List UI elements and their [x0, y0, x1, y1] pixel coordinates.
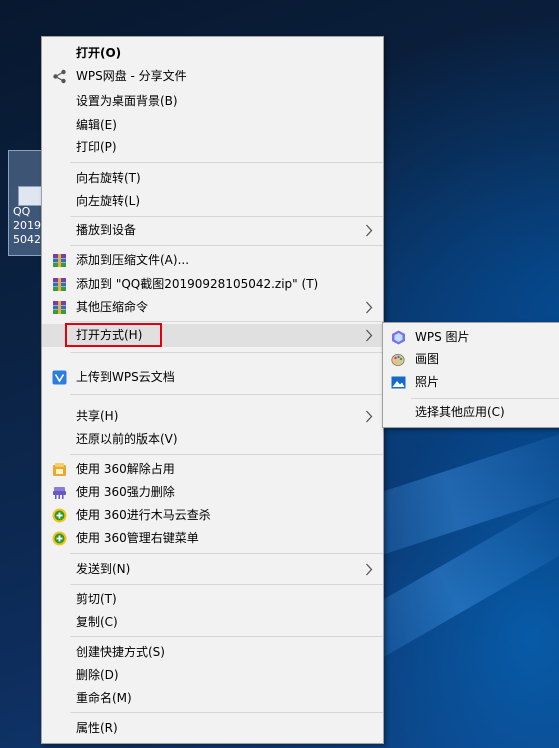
- highlight-annotation-box: [65, 323, 162, 347]
- menu-item-edit[interactable]: 编辑(E): [42, 114, 383, 137]
- desktop-file-icon[interactable]: QQ 2019C 5042: [8, 150, 44, 256]
- menu-item-label: 添加到 "QQ截图20190928105042.zip" (T): [76, 277, 319, 291]
- menu-item-label: 重命名(M): [76, 691, 132, 705]
- menu-item-add-to-archive[interactable]: 添加到压缩文件(A)...: [42, 249, 383, 272]
- chevron-right-icon: [366, 563, 373, 576]
- chevron-right-icon: [366, 410, 373, 423]
- menu-separator: [70, 162, 383, 163]
- 360-security-icon: [52, 531, 67, 546]
- menu-separator: [70, 321, 383, 322]
- menu-separator: [70, 636, 383, 637]
- menu-item-360-trojan-scan[interactable]: 使用 360进行木马云查杀: [42, 504, 383, 527]
- desktop-icon-label-line: 2019C: [13, 219, 43, 232]
- menu-item-label: 选择其他应用(C): [415, 405, 505, 419]
- 360-unlock-icon: [53, 463, 66, 476]
- chevron-right-icon: [366, 329, 373, 342]
- desktop-icon-label-line: 5042: [13, 233, 41, 246]
- winrar-archive-icon: [53, 278, 66, 291]
- menu-item-label: 创建快捷方式(S): [76, 645, 165, 659]
- menu-item-label: 设置为桌面背景(B): [76, 94, 178, 108]
- menu-item-rename[interactable]: 重命名(M): [42, 687, 383, 710]
- menu-item-label: 画图: [415, 352, 440, 366]
- menu-item-360-manage-menu[interactable]: 使用 360管理右键菜单: [42, 527, 383, 550]
- paint-palette-icon: [391, 354, 405, 366]
- photos-app-icon: [391, 376, 406, 389]
- menu-separator: [70, 553, 383, 554]
- menu-item-send-to[interactable]: 发送到(N): [42, 558, 383, 581]
- menu-item-label: 发送到(N): [76, 562, 131, 576]
- menu-item-label: 打印(P): [76, 140, 117, 154]
- submenu-item-choose-other-app[interactable]: 选择其他应用(C): [383, 401, 559, 424]
- menu-item-label: 剪切(T): [76, 592, 117, 606]
- menu-separator: [70, 454, 383, 455]
- menu-item-360-force-delete[interactable]: 使用 360强力删除: [42, 481, 383, 504]
- menu-item-label: 使用 360进行木马云查杀: [76, 508, 211, 522]
- wps-image-app-icon: [392, 330, 405, 345]
- menu-item-label: 删除(D): [76, 668, 119, 682]
- menu-item-cut[interactable]: 剪切(T): [42, 588, 383, 611]
- menu-item-label: 使用 360强力删除: [76, 485, 175, 499]
- winrar-archive-icon: [53, 301, 66, 314]
- wps-cloud-icon: [52, 370, 67, 385]
- menu-item-rotate-left[interactable]: 向左旋转(L): [42, 190, 383, 213]
- menu-item-restore-versions[interactable]: 还原以前的版本(V): [42, 428, 383, 451]
- menu-separator: [70, 352, 383, 353]
- menu-item-print[interactable]: 打印(P): [42, 136, 383, 159]
- chevron-right-icon: [366, 224, 373, 237]
- 360-security-icon: [52, 508, 67, 523]
- menu-item-label: 共享(H): [76, 409, 119, 423]
- share-icon: [53, 69, 66, 84]
- menu-item-label: 上传到WPS云文档: [76, 370, 175, 384]
- menu-item-label: 向左旋转(L): [76, 194, 141, 208]
- menu-item-add-to-zip[interactable]: 添加到 "QQ截图20190928105042.zip" (T): [42, 273, 383, 296]
- menu-item-set-wallpaper[interactable]: 设置为桌面背景(B): [42, 90, 383, 113]
- submenu-item-wps-image[interactable]: WPS 图片: [383, 326, 559, 349]
- menu-item-label: WPS网盘 - 分享文件: [76, 69, 187, 83]
- menu-item-copy[interactable]: 复制(C): [42, 611, 383, 634]
- menu-separator: [70, 245, 383, 246]
- submenu-item-paint[interactable]: 画图: [383, 348, 559, 371]
- menu-item-label: 其他压缩命令: [76, 300, 149, 314]
- menu-item-open[interactable]: 打开(O): [42, 42, 383, 65]
- menu-item-create-shortcut[interactable]: 创建快捷方式(S): [42, 641, 383, 664]
- menu-item-360-unlock[interactable]: 使用 360解除占用: [42, 458, 383, 481]
- menu-item-label: 播放到设备: [76, 223, 137, 237]
- menu-separator: [70, 584, 383, 585]
- menu-item-delete[interactable]: 删除(D): [42, 664, 383, 687]
- menu-item-label: 打开(O): [76, 46, 122, 60]
- submenu-item-photos[interactable]: 照片: [383, 371, 559, 394]
- menu-item-upload-wps-cloud[interactable]: 上传到WPS云文档: [42, 366, 383, 389]
- menu-item-share[interactable]: 共享(H): [42, 405, 383, 428]
- winrar-archive-icon: [53, 254, 66, 267]
- context-menu: 打开(O) WPS网盘 - 分享文件 设置为桌面背景(B) 编辑(E) 打印(P…: [41, 36, 384, 744]
- menu-item-label: 复制(C): [76, 615, 118, 629]
- menu-item-other-compress[interactable]: 其他压缩命令: [42, 296, 383, 319]
- desktop-icon-label-line: QQ: [13, 205, 31, 218]
- menu-item-properties[interactable]: 属性(R): [42, 717, 383, 740]
- menu-separator: [411, 398, 559, 399]
- menu-item-label: 照片: [415, 375, 440, 389]
- menu-item-label: 使用 360管理右键菜单: [76, 531, 199, 545]
- menu-item-label: 还原以前的版本(V): [76, 432, 178, 446]
- menu-item-label: 编辑(E): [76, 118, 117, 132]
- menu-item-wps-share[interactable]: WPS网盘 - 分享文件: [42, 65, 383, 88]
- menu-item-rotate-right[interactable]: 向右旋转(T): [42, 167, 383, 190]
- menu-separator: [70, 216, 383, 217]
- menu-item-label: 添加到压缩文件(A)...: [76, 253, 190, 267]
- menu-separator: [70, 712, 383, 713]
- menu-item-label: WPS 图片: [415, 330, 470, 344]
- open-with-submenu: WPS 图片 画图 照片 选择其他应用(C): [382, 322, 559, 428]
- menu-separator: [70, 394, 383, 395]
- menu-item-label: 属性(R): [76, 721, 118, 735]
- 360-shredder-icon: [53, 487, 66, 499]
- menu-item-label: 向右旋转(T): [76, 171, 141, 185]
- menu-item-label: 使用 360解除占用: [76, 462, 175, 476]
- menu-item-cast-to-device[interactable]: 播放到设备: [42, 219, 383, 242]
- chevron-right-icon: [366, 301, 373, 314]
